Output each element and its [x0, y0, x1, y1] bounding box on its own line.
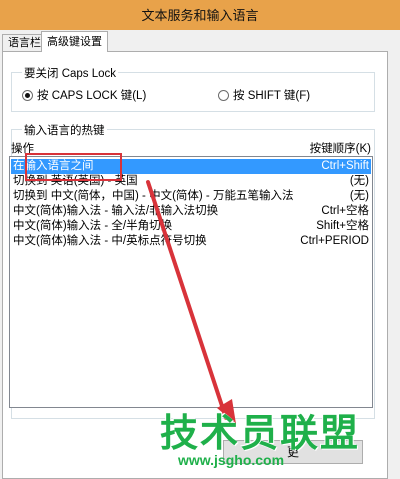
tab-advanced-key-settings[interactable]: 高级键设置	[41, 31, 108, 52]
watermark-logo: 技术员联盟	[160, 413, 361, 455]
watermark-url: www.jsgho.com	[178, 452, 285, 468]
